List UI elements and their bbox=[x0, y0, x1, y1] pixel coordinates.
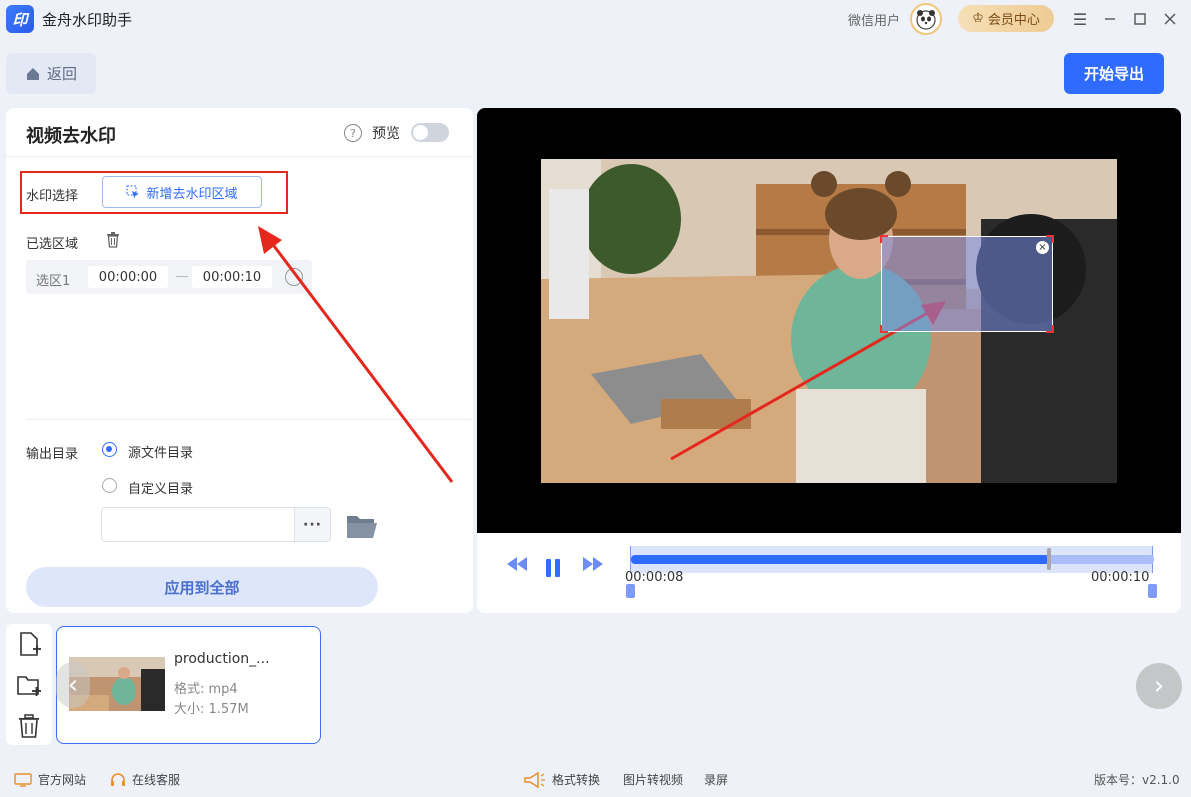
custom-dir-label[interactable]: 自定义目录 bbox=[128, 478, 193, 497]
file-tools bbox=[6, 624, 52, 745]
back-label: 返回 bbox=[46, 65, 77, 83]
end-time: 00:00:10 bbox=[1091, 570, 1150, 585]
current-time: 00:00:08 bbox=[625, 570, 684, 585]
help-icon[interactable]: ? bbox=[344, 124, 362, 142]
footer-website[interactable]: 官方网站 bbox=[14, 771, 86, 788]
trash-icon[interactable] bbox=[106, 232, 120, 248]
region-start-time[interactable]: 00:00:00 bbox=[88, 266, 168, 288]
file-card[interactable]: production_... 格式: mp4 大小: 1.57M bbox=[56, 626, 321, 744]
add-folder-icon[interactable] bbox=[16, 672, 42, 698]
website-label: 官方网站 bbox=[38, 773, 87, 787]
minimize-icon[interactable] bbox=[1099, 8, 1121, 30]
app-title: 金舟水印助手 bbox=[42, 11, 133, 29]
corner-handle[interactable] bbox=[880, 235, 888, 243]
video-area: × bbox=[477, 108, 1181, 533]
file-format: 格式: mp4 bbox=[174, 682, 238, 697]
user-name[interactable]: 微信用户 bbox=[848, 10, 900, 29]
close-region-icon[interactable]: × bbox=[1036, 241, 1049, 254]
add-region-label: 新增去水印区域 bbox=[146, 186, 238, 202]
home-icon bbox=[26, 67, 39, 80]
megaphone-icon bbox=[524, 771, 545, 788]
app-logo-icon: 印 bbox=[6, 5, 34, 33]
radio-source-dir[interactable] bbox=[102, 442, 117, 457]
watermark-region-box[interactable] bbox=[880, 235, 1054, 333]
back-button[interactable]: 返回 bbox=[6, 53, 96, 94]
time-dash bbox=[176, 276, 188, 277]
start-export-button[interactable]: 开始导出 bbox=[1064, 53, 1164, 94]
output-path-input[interactable] bbox=[101, 507, 295, 542]
vip-center-label: 会员中心 bbox=[987, 13, 1040, 28]
headset-icon bbox=[111, 772, 125, 786]
select-region-icon bbox=[126, 185, 140, 199]
output-dir-label: 输出目录 bbox=[26, 447, 79, 462]
source-dir-label[interactable]: 源文件目录 bbox=[128, 442, 193, 461]
region-name: 选区1 bbox=[36, 274, 71, 289]
footer-record[interactable]: 录屏 bbox=[704, 771, 728, 788]
range-end-marker[interactable] bbox=[1148, 584, 1157, 598]
timeline-track[interactable] bbox=[630, 546, 1154, 573]
avatar[interactable] bbox=[910, 3, 942, 35]
file-size: 大小: 1.57M bbox=[174, 702, 249, 717]
folder-icon[interactable] bbox=[346, 513, 378, 539]
fast-forward-icon[interactable] bbox=[583, 555, 603, 576]
toggle-knob bbox=[413, 125, 428, 140]
range-start-marker[interactable] bbox=[626, 584, 635, 598]
browse-button[interactable]: ··· bbox=[294, 507, 331, 542]
panda-avatar-icon bbox=[916, 10, 936, 30]
footer-convert[interactable]: 格式转换 bbox=[524, 771, 600, 788]
corner-handle[interactable] bbox=[880, 325, 888, 333]
add-file-icon[interactable] bbox=[16, 631, 42, 657]
maximize-icon[interactable] bbox=[1129, 8, 1151, 30]
title-bar: 印 金舟水印助手 微信用户 ♔ 会员中心 ☰ bbox=[0, 0, 1191, 38]
support-label: 在线客服 bbox=[132, 773, 181, 787]
prev-arrow-icon[interactable]: ‹ bbox=[56, 662, 90, 708]
panel-title: 视频去水印 bbox=[26, 126, 116, 147]
pause-icon[interactable] bbox=[546, 559, 562, 577]
menu-icon[interactable]: ☰ bbox=[1069, 8, 1091, 30]
footer-img2video[interactable]: 图片转视频 bbox=[623, 771, 683, 788]
watermark-select-label: 水印选择 bbox=[26, 189, 79, 204]
close-icon[interactable] bbox=[1159, 8, 1181, 30]
corner-handle[interactable] bbox=[1046, 235, 1054, 243]
footer-support[interactable]: 在线客服 bbox=[110, 771, 180, 788]
monitor-icon bbox=[14, 772, 32, 787]
crown-icon: ♔ bbox=[972, 11, 984, 26]
timeline-handle[interactable] bbox=[1047, 548, 1052, 570]
timeline-progress bbox=[631, 555, 1050, 564]
corner-handle[interactable] bbox=[1046, 325, 1054, 333]
next-arrow-icon[interactable]: › bbox=[1136, 663, 1182, 709]
divider bbox=[6, 156, 473, 157]
apply-to-all-button[interactable]: 应用到全部 bbox=[26, 567, 378, 607]
file-name: production_... bbox=[174, 651, 270, 667]
rewind-icon[interactable] bbox=[507, 555, 527, 576]
radio-custom-dir[interactable] bbox=[102, 478, 117, 493]
vip-center-button[interactable]: ♔ 会员中心 bbox=[958, 5, 1054, 32]
preview-panel: × 00:00:08 00:00:10 bbox=[477, 108, 1181, 613]
preview-toggle[interactable] bbox=[411, 123, 449, 142]
delete-icon[interactable] bbox=[16, 713, 42, 739]
preview-label: 预览 bbox=[372, 126, 400, 142]
convert-label: 格式转换 bbox=[552, 773, 601, 787]
selected-regions-label: 已选区域 bbox=[26, 237, 79, 252]
version-label: 版本号：v2.1.0 bbox=[1094, 773, 1180, 787]
add-watermark-region-button[interactable]: 新增去水印区域 bbox=[102, 176, 262, 208]
annotation-arrow bbox=[258, 226, 454, 483]
